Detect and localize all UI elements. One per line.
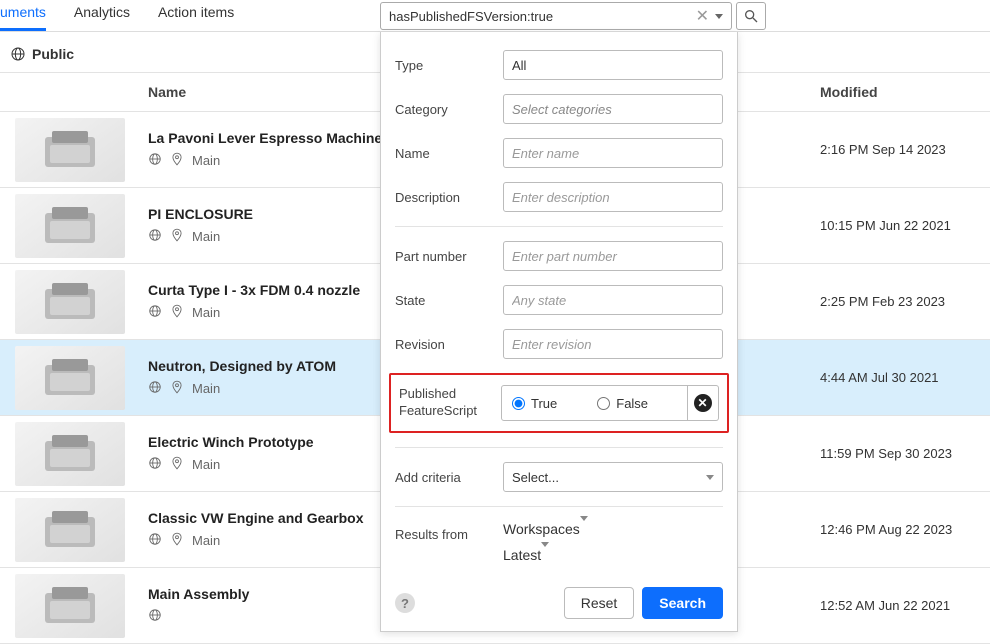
chevron-down-icon (580, 516, 588, 537)
tab-documents[interactable]: uments (0, 4, 46, 31)
divider (395, 447, 723, 448)
globe-icon (10, 46, 26, 62)
radio-true[interactable] (512, 397, 525, 410)
globe-icon (148, 152, 162, 169)
advanced-search-panel: Type All Category Select categories Name… (380, 32, 738, 632)
results-from-value-2: Latest (503, 547, 541, 563)
modified-date: 12:52 AM Jun 22 2021 (820, 598, 990, 613)
clear-icon[interactable]: ✕ (694, 6, 711, 26)
workspace-name: Main (192, 153, 220, 168)
add-criteria-placeholder: Select... (512, 470, 559, 485)
workspace-name: Main (192, 229, 220, 244)
description-label: Description (395, 190, 503, 205)
divider (395, 226, 723, 227)
type-value: All (512, 58, 526, 73)
modified-date: 2:25 PM Feb 23 2023 (820, 294, 990, 309)
tab-analytics[interactable]: Analytics (74, 4, 130, 31)
reset-button[interactable]: Reset (564, 587, 635, 619)
published-fs-false[interactable]: False (597, 396, 648, 411)
search-icon (743, 8, 759, 24)
globe-icon (148, 532, 162, 549)
pin-icon (170, 532, 184, 549)
type-label: Type (395, 58, 503, 73)
globe-icon (148, 228, 162, 245)
category-label: Category (395, 102, 503, 117)
thumbnail (0, 498, 140, 562)
workspace-name: Main (192, 457, 220, 472)
globe-icon (148, 608, 162, 625)
globe-icon (148, 456, 162, 473)
name-input[interactable] (503, 138, 723, 168)
state-label: State (395, 293, 503, 308)
false-label: False (616, 396, 648, 411)
modified-date: 2:16 PM Sep 14 2023 (820, 142, 990, 157)
chevron-down-icon (541, 542, 549, 563)
revision-input[interactable] (503, 329, 723, 359)
published-fs-criteria: Published FeatureScript True False ✕ (389, 373, 729, 433)
modified-date: 10:15 PM Jun 22 2021 (820, 218, 990, 233)
workspace-name: Main (192, 381, 220, 396)
results-from-label: Results from (395, 521, 503, 542)
partnumber-label: Part number (395, 249, 503, 264)
results-from-select-1[interactable]: Workspaces (503, 521, 723, 537)
search-submit-button[interactable]: Search (642, 587, 723, 619)
thumbnail (0, 574, 140, 638)
breadcrumb-label: Public (32, 46, 74, 62)
tab-action-items[interactable]: Action items (158, 4, 234, 31)
published-fs-label: Published FeatureScript (399, 386, 501, 420)
true-label: True (531, 396, 557, 411)
add-criteria-select[interactable]: Select... (503, 462, 723, 492)
category-select[interactable]: Select categories (503, 94, 723, 124)
thumbnail (0, 422, 140, 486)
chevron-down-icon (706, 475, 714, 480)
pin-icon (170, 380, 184, 397)
thumbnail (0, 270, 140, 334)
add-criteria-label: Add criteria (395, 470, 503, 485)
pin-icon (170, 152, 184, 169)
divider (395, 506, 723, 507)
thumbnail (0, 118, 140, 182)
radio-false[interactable] (597, 397, 610, 410)
modified-date: 4:44 AM Jul 30 2021 (820, 370, 990, 385)
category-placeholder: Select categories (512, 102, 612, 117)
workspace-name: Main (192, 305, 220, 320)
type-select[interactable]: All (503, 50, 723, 80)
chevron-down-icon[interactable] (715, 14, 723, 19)
modified-date: 11:59 PM Sep 30 2023 (820, 446, 990, 461)
globe-icon (148, 380, 162, 397)
col-modified[interactable]: Modified (820, 84, 990, 100)
pin-icon (170, 456, 184, 473)
pin-icon (170, 304, 184, 321)
thumbnail (0, 194, 140, 258)
globe-icon (148, 304, 162, 321)
published-fs-true[interactable]: True (512, 396, 557, 411)
search-box[interactable]: ✕ (380, 2, 732, 30)
results-from-select-2[interactable]: Latest (503, 547, 723, 563)
state-input[interactable] (503, 285, 723, 315)
description-input[interactable] (503, 182, 723, 212)
name-label: Name (395, 146, 503, 161)
results-from-value-1: Workspaces (503, 521, 580, 537)
search-input[interactable] (389, 9, 694, 24)
modified-date: 12:46 PM Aug 22 2023 (820, 522, 990, 537)
thumbnail (0, 346, 140, 410)
remove-criteria-button[interactable]: ✕ (687, 385, 719, 421)
help-icon[interactable]: ? (395, 593, 415, 613)
search-button[interactable] (736, 2, 766, 30)
published-fs-radio-group: True False (501, 385, 688, 421)
close-icon: ✕ (694, 394, 712, 412)
revision-label: Revision (395, 337, 503, 352)
partnumber-input[interactable] (503, 241, 723, 271)
workspace-name: Main (192, 533, 220, 548)
pin-icon (170, 228, 184, 245)
